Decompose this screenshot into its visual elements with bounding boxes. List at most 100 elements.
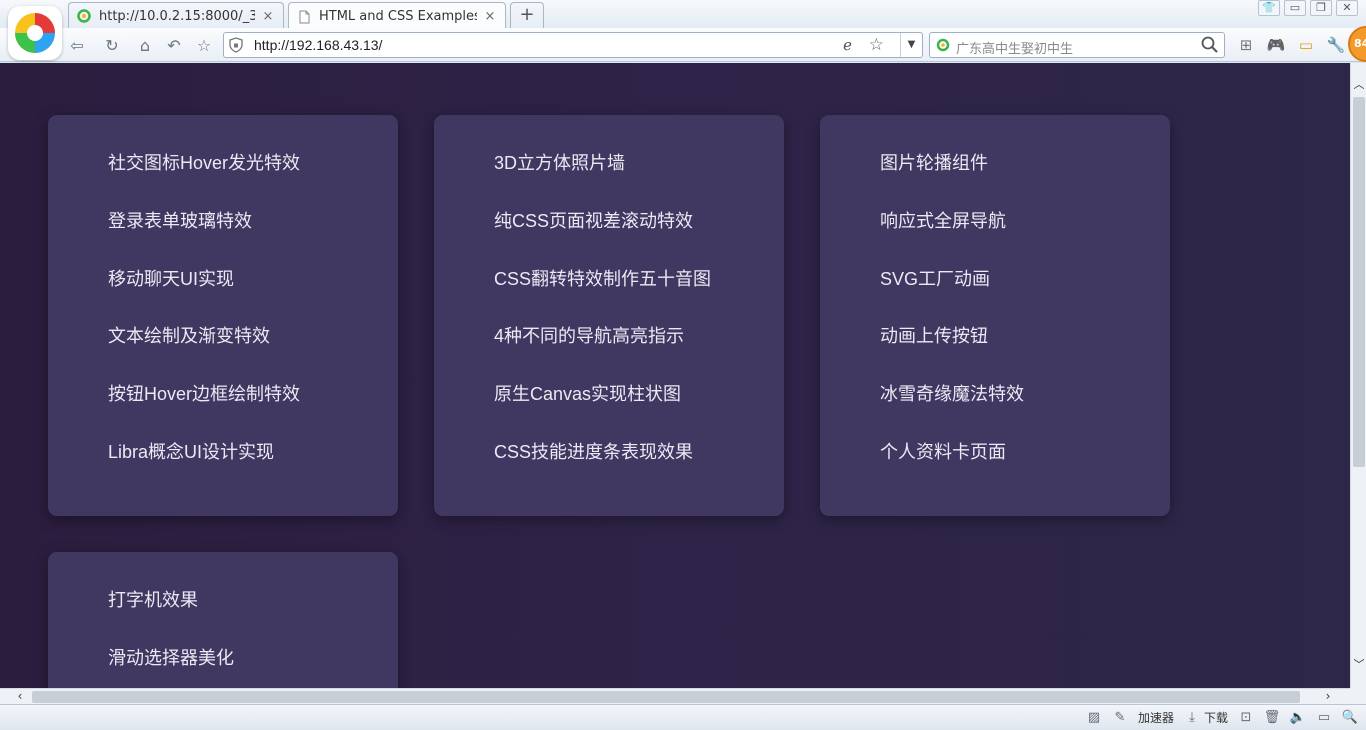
battery-icon[interactable]: ▭ bbox=[1295, 34, 1317, 56]
list-item[interactable]: 原生Canvas实现柱状图 bbox=[494, 384, 784, 442]
list-item[interactable]: 个人资料卡页面 bbox=[880, 442, 1170, 500]
refresh-icon[interactable]: ↻ bbox=[101, 34, 123, 56]
list-item[interactable]: 移动聊天UI实现 bbox=[108, 269, 398, 327]
tools-wrench-icon[interactable]: 🔧 bbox=[1325, 34, 1347, 56]
search-input[interactable]: 广东高中生娶初中生 bbox=[956, 38, 1073, 57]
security-shield-icon[interactable] bbox=[228, 37, 244, 53]
list-item[interactable]: 3D立方体照片墙 bbox=[494, 153, 784, 211]
example-link[interactable]: Libra概念UI设计实现 bbox=[108, 442, 274, 462]
window-icon[interactable]: ▭ bbox=[1316, 710, 1332, 726]
list-item[interactable]: 文本绘制及渐变特效 bbox=[108, 326, 398, 384]
list-item[interactable]: SVG工厂动画 bbox=[880, 269, 1170, 327]
list-item[interactable]: 打字机效果 bbox=[108, 590, 398, 648]
scroll-left-icon[interactable]: ‹ bbox=[12, 689, 28, 705]
list-item[interactable]: 响应式全屏导航 bbox=[880, 211, 1170, 269]
list-item[interactable]: 登录表单玻璃特效 bbox=[108, 211, 398, 269]
example-link[interactable]: 4种不同的导航高亮指示 bbox=[494, 326, 684, 346]
search-engine-icon bbox=[936, 38, 950, 52]
list-item[interactable]: 按钮Hover边框绘制特效 bbox=[108, 384, 398, 442]
list-item[interactable]: 4种不同的导航高亮指示 bbox=[494, 326, 784, 384]
page-icon bbox=[299, 10, 310, 23]
minimize-icon[interactable]: ▭ bbox=[1284, 0, 1306, 16]
list-item[interactable]: CSS翻转特效制作五十音图 bbox=[494, 269, 784, 327]
example-link[interactable]: 按钮Hover边框绘制特效 bbox=[108, 384, 300, 404]
list-item[interactable]: 动画上传按钮 bbox=[880, 326, 1170, 384]
scroll-down-icon[interactable]: ﹀ bbox=[1351, 657, 1366, 673]
no-script-icon[interactable]: ✎ bbox=[1112, 710, 1128, 726]
tab-title: HTML and CSS Examples bbox=[319, 9, 477, 24]
url-text[interactable]: http://192.168.43.13/ bbox=[254, 37, 382, 53]
example-link[interactable]: 原生Canvas实现柱状图 bbox=[494, 384, 681, 404]
horizontal-scroll-thumb[interactable] bbox=[32, 691, 1300, 703]
accelerator-button[interactable]: 加速器 bbox=[1138, 709, 1174, 726]
tab-close-icon[interactable]: × bbox=[483, 9, 497, 24]
example-link[interactable]: 移动聊天UI实现 bbox=[108, 269, 234, 289]
restore-icon[interactable]: ❐ bbox=[1310, 0, 1332, 16]
list-item[interactable]: 冰雪奇缘魔法特效 bbox=[880, 384, 1170, 442]
example-link[interactable]: CSS翻转特效制作五十音图 bbox=[494, 269, 711, 289]
vertical-scroll-thumb[interactable] bbox=[1353, 97, 1365, 467]
list-item[interactable]: Libra概念UI设计实现 bbox=[108, 442, 398, 500]
tab-title: http://10.0.2.15:8000/_36 bbox=[99, 8, 255, 24]
vertical-scrollbar[interactable]: ︿ ﹀ bbox=[1350, 63, 1366, 688]
example-card: 打字机效果 滑动选择器美化 bbox=[48, 552, 398, 688]
back-icon[interactable]: ⇦ bbox=[66, 34, 88, 56]
example-list: 打字机效果 滑动选择器美化 bbox=[48, 552, 398, 688]
example-link[interactable]: 冰雪奇缘魔法特效 bbox=[880, 384, 1024, 404]
page-viewport: 社交图标Hover发光特效 登录表单玻璃特效 移动聊天UI实现 文本绘制及渐变特… bbox=[0, 63, 1350, 688]
trash-icon[interactable]: 🗑 bbox=[1264, 710, 1281, 726]
list-item[interactable]: CSS技能进度条表现效果 bbox=[494, 442, 784, 500]
example-link[interactable]: 社交图标Hover发光特效 bbox=[108, 153, 300, 173]
example-link[interactable]: 文本绘制及渐变特效 bbox=[108, 326, 270, 346]
list-item[interactable]: 纯CSS页面视差滚动特效 bbox=[494, 211, 784, 269]
example-link[interactable]: 3D立方体照片墙 bbox=[494, 153, 625, 173]
close-window-icon[interactable]: ✕ bbox=[1336, 0, 1358, 16]
example-list: 社交图标Hover发光特效 登录表单玻璃特效 移动聊天UI实现 文本绘制及渐变特… bbox=[48, 115, 398, 500]
download-button[interactable]: ⤓ 下载 bbox=[1184, 709, 1228, 726]
speaker-icon[interactable]: 🔈 bbox=[1290, 710, 1306, 726]
bookmark-star-icon[interactable]: ☆ bbox=[869, 35, 884, 55]
example-link[interactable]: SVG工厂动画 bbox=[880, 269, 990, 289]
address-dropdown-icon[interactable]: ▼ bbox=[900, 33, 922, 57]
game-controller-icon[interactable]: 🎮 bbox=[1265, 34, 1287, 56]
scroll-right-icon[interactable]: › bbox=[1320, 689, 1336, 705]
new-tab-button[interactable]: + bbox=[510, 2, 544, 28]
example-link[interactable]: 纯CSS页面视差滚动特效 bbox=[494, 211, 693, 231]
example-link[interactable]: CSS技能进度条表现效果 bbox=[494, 442, 693, 462]
list-item[interactable]: 图片轮播组件 bbox=[880, 153, 1170, 211]
compat-mode-icon[interactable]: ℯ bbox=[843, 36, 852, 54]
example-list: 3D立方体照片墙 纯CSS页面视差滚动特效 CSS翻转特效制作五十音图 4种不同… bbox=[434, 115, 784, 500]
example-link[interactable]: 滑动选择器美化 bbox=[108, 648, 234, 668]
example-link[interactable]: 登录表单玻璃特效 bbox=[108, 211, 252, 231]
example-link[interactable]: 个人资料卡页面 bbox=[880, 442, 1006, 462]
screenshot-icon[interactable]: ⊡ bbox=[1238, 710, 1254, 726]
horizontal-scrollbar[interactable]: ‹ › bbox=[0, 688, 1350, 704]
example-link[interactable]: 响应式全屏导航 bbox=[880, 211, 1006, 231]
undo-close-icon[interactable]: ↶ bbox=[163, 34, 185, 56]
example-link[interactable]: 图片轮播组件 bbox=[880, 153, 988, 173]
image-icon[interactable]: ▨ bbox=[1086, 710, 1102, 726]
list-item[interactable]: 社交图标Hover发光特效 bbox=[108, 153, 398, 211]
home-icon[interactable]: ⌂ bbox=[134, 34, 156, 56]
browser-logo-icon[interactable] bbox=[8, 6, 62, 60]
search-box[interactable]: 广东高中生娶初中生 bbox=[929, 32, 1225, 58]
example-link[interactable]: 动画上传按钮 bbox=[880, 326, 988, 346]
scrollbar-corner bbox=[1350, 688, 1366, 704]
apps-grid-icon[interactable]: ⊞ bbox=[1235, 34, 1257, 56]
favorites-star-icon[interactable]: ☆ bbox=[193, 34, 215, 56]
scroll-up-icon[interactable]: ︿ bbox=[1351, 77, 1366, 93]
list-item[interactable]: 滑动选择器美化 bbox=[108, 648, 398, 688]
tab-remote[interactable]: http://10.0.2.15:8000/_36 × bbox=[68, 2, 284, 29]
search-icon[interactable] bbox=[1200, 35, 1220, 55]
example-card: 社交图标Hover发光特效 登录表单玻璃特效 移动聊天UI实现 文本绘制及渐变特… bbox=[48, 115, 398, 516]
navigation-toolbar: ⇦ ↻ ⌂ ↶ ☆ http://192.168.43.13/ ℯ ☆ ▼ 广东… bbox=[0, 28, 1366, 62]
tab-html-css-examples[interactable]: HTML and CSS Examples × bbox=[288, 2, 506, 30]
window-controls: 👕 ▭ ❐ ✕ bbox=[1258, 0, 1358, 18]
download-icon: ⤓ bbox=[1189, 710, 1195, 725]
tab-close-icon[interactable]: × bbox=[261, 9, 275, 24]
tab-favicon-icon bbox=[77, 9, 91, 23]
example-link[interactable]: 打字机效果 bbox=[108, 590, 198, 610]
skin-icon[interactable]: 👕 bbox=[1258, 0, 1280, 16]
zoom-icon[interactable]: 🔍 bbox=[1342, 710, 1358, 726]
address-bar[interactable]: http://192.168.43.13/ ℯ ☆ ▼ bbox=[223, 32, 923, 58]
